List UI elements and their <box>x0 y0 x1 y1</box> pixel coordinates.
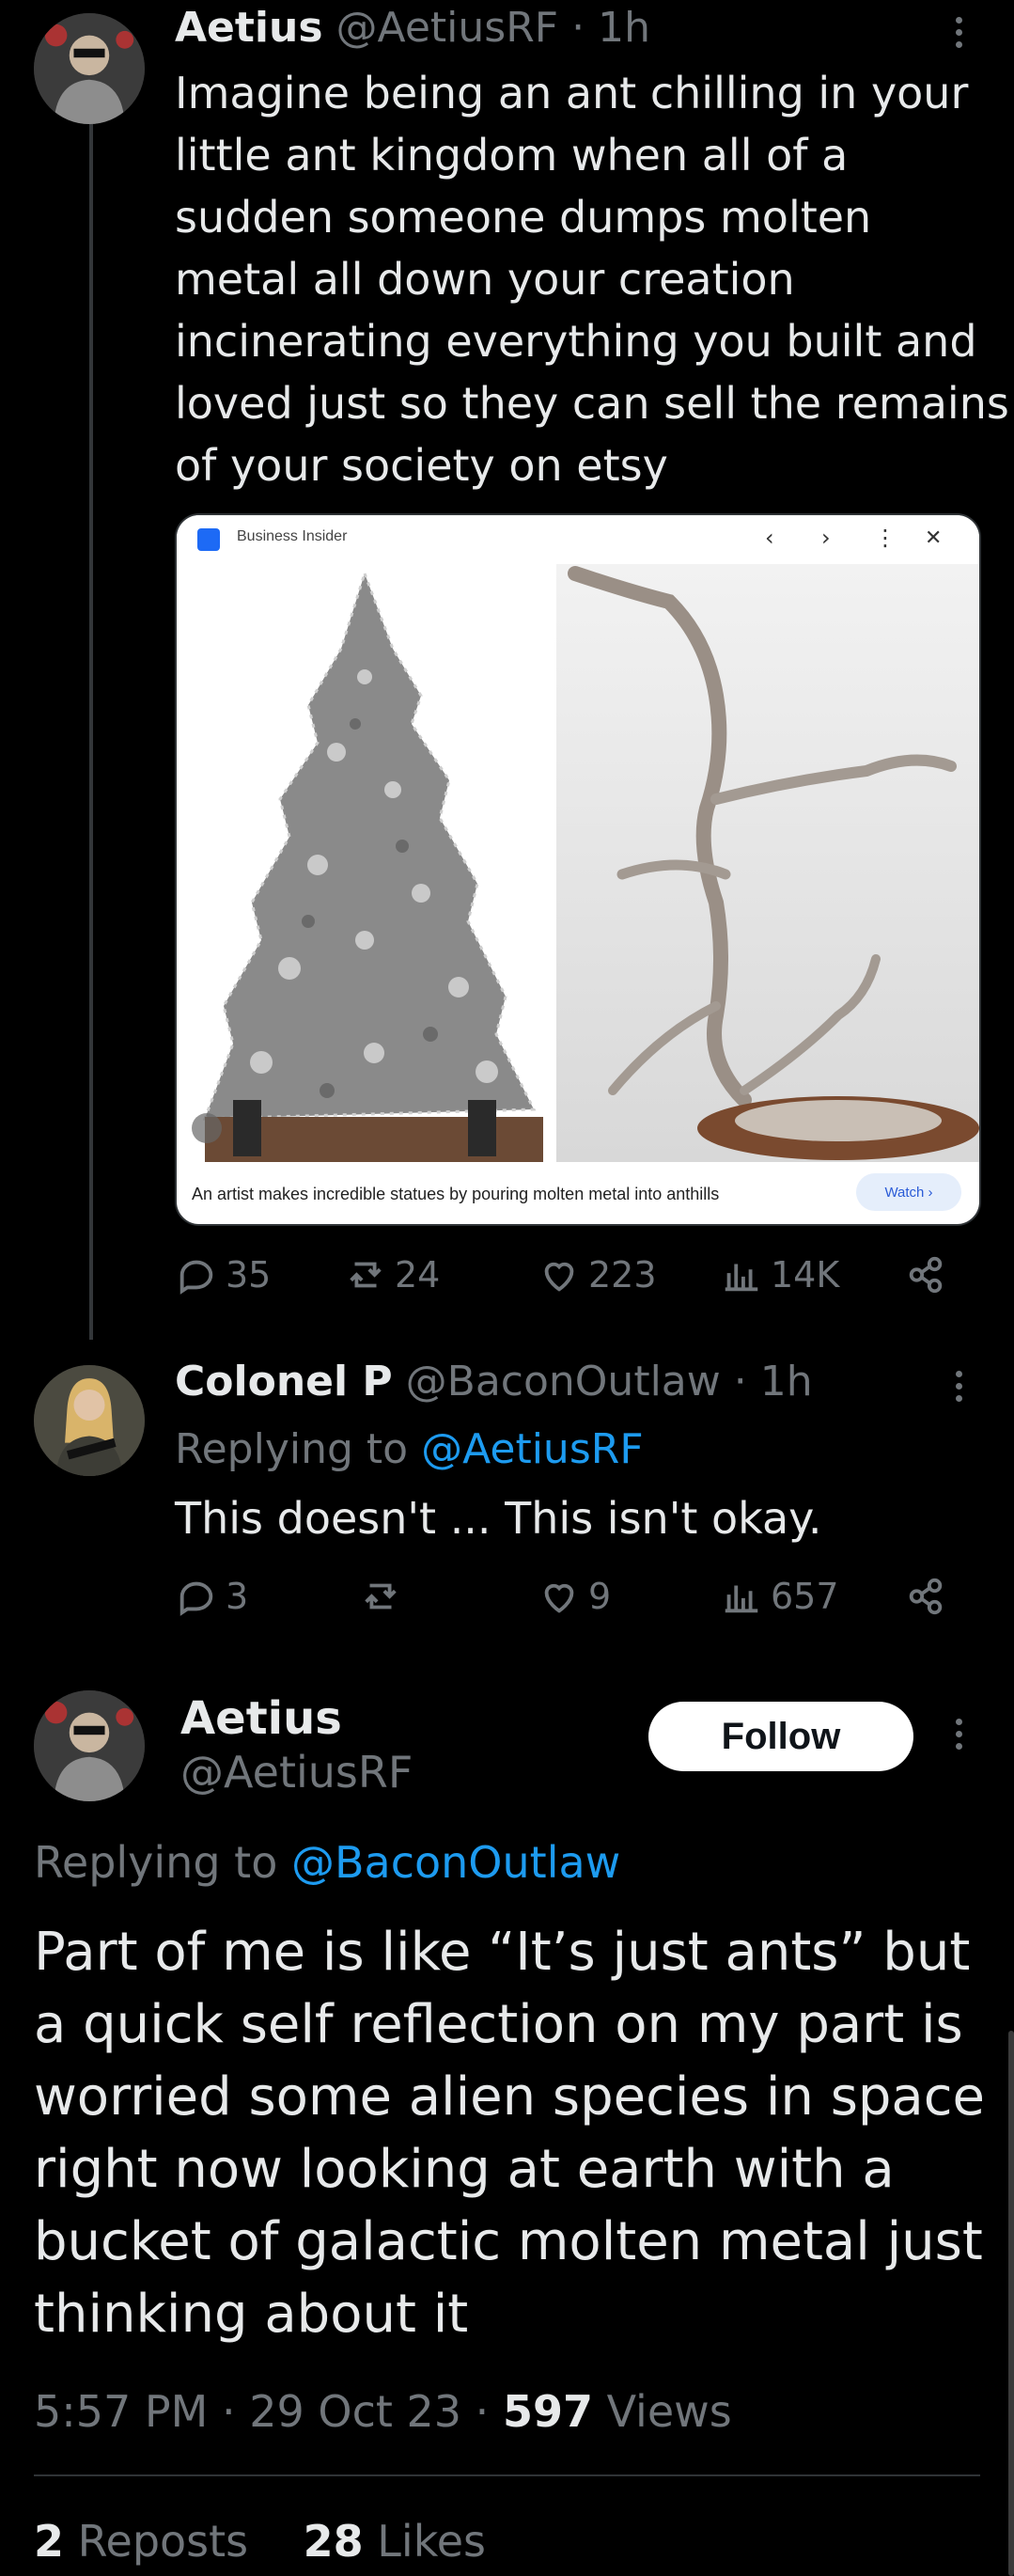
author-name[interactable]: Colonel P <box>175 1358 393 1406</box>
share-icon <box>909 1578 943 1615</box>
tweet-time[interactable]: · 1h <box>734 1358 813 1406</box>
tweet-header: Colonel P @BaconOutlaw · 1h <box>175 1361 813 1403</box>
repost-count: 24 <box>395 1254 441 1296</box>
nav-prev-icon[interactable]: ‹ <box>765 525 774 551</box>
views-button[interactable]: 657 <box>720 1575 839 1618</box>
reposts-stat[interactable]: 2 Reposts <box>34 2516 248 2567</box>
scrollbar[interactable] <box>1008 2031 1014 2576</box>
views-icon <box>725 1585 758 1613</box>
repost-button[interactable] <box>359 1575 410 1618</box>
main-tweet-text: Part of me is like “It’s just ants” but … <box>34 1922 985 2345</box>
follow-button[interactable]: Follow <box>648 1702 913 1771</box>
views-label: Views <box>606 2386 732 2437</box>
like-icon <box>544 1583 574 1613</box>
media-source: Business Insider <box>237 528 348 544</box>
tweet-text: This doesn't ... This isn't okay. <box>175 1493 822 1544</box>
views-button[interactable]: 14K <box>720 1253 839 1296</box>
like-button[interactable]: 223 <box>538 1253 657 1296</box>
tweet-text: Imagine being an ant chilling in your li… <box>175 68 1009 491</box>
tweet-actions: 3 9 657 <box>175 1575 955 1631</box>
avatar[interactable] <box>34 1365 145 1476</box>
tweet-meta: 5:57 PM · 29 Oct 23 · 597 Views <box>34 2386 732 2437</box>
views-count: 597 <box>502 2386 593 2437</box>
tweet-header: Aetius @AetiusRF · 1h <box>175 8 650 49</box>
like-count: 9 <box>588 1576 612 1617</box>
likes-label: Likes <box>377 2516 486 2567</box>
avatar[interactable] <box>34 13 145 124</box>
more-options-icon[interactable] <box>951 1719 966 1750</box>
ant-sculpture-tree-image <box>177 564 556 1162</box>
repost-icon <box>365 1583 397 1610</box>
share-icon <box>909 1256 943 1294</box>
source-logo-icon <box>197 528 220 551</box>
views-count: 14K <box>771 1254 840 1296</box>
author-name[interactable]: Aetius <box>175 4 323 52</box>
media-top-bar: Business Insider ‹ › ⋮ ✕ <box>177 515 979 564</box>
likes-stat[interactable]: 28 Likes <box>304 2516 486 2567</box>
avatar-image-icon <box>34 1365 145 1476</box>
media-card[interactable]: Business Insider ‹ › ⋮ ✕ An artist makes… <box>175 513 981 1226</box>
views-count: 657 <box>771 1576 839 1617</box>
replying-to: Replying to @BaconOutlaw <box>34 1837 620 1888</box>
avatar-image-icon <box>34 13 145 124</box>
share-button[interactable] <box>904 1575 947 1618</box>
replying-to: Replying to @AetiusRF <box>175 1425 644 1473</box>
nav-next-icon[interactable]: › <box>821 525 831 551</box>
author-handle[interactable]: @BaconOutlaw <box>406 1358 721 1406</box>
mention-link[interactable]: @BaconOutlaw <box>291 1837 620 1888</box>
tweet-actions: 35 24 223 14K <box>175 1253 955 1310</box>
media-caption: An artist makes incredible statues by po… <box>192 1185 720 1203</box>
reply-count: 3 <box>226 1576 249 1617</box>
ant-sculpture-branch-image <box>556 564 979 1162</box>
like-button[interactable]: 9 <box>538 1575 611 1618</box>
reply-icon <box>179 1260 213 1295</box>
reposts-label: Reposts <box>77 2516 249 2567</box>
main-author-name[interactable]: Aetius <box>180 1692 342 1745</box>
reply-count: 35 <box>226 1254 272 1296</box>
more-options-icon[interactable] <box>951 1371 966 1402</box>
replying-prefix: Replying to <box>34 1837 278 1888</box>
author-handle[interactable]: @AetiusRF <box>336 4 559 52</box>
like-icon <box>544 1262 574 1292</box>
replying-prefix: Replying to <box>175 1425 409 1473</box>
repost-icon <box>350 1262 382 1288</box>
likes-count: 28 <box>303 2516 364 2567</box>
more-options-icon[interactable] <box>951 17 966 48</box>
avatar-image-icon <box>34 1690 145 1801</box>
engagement-stats: 2 Reposts 28 Likes <box>34 2516 486 2567</box>
reply-button[interactable]: 3 <box>175 1575 248 1618</box>
media-close-icon[interactable]: ✕ <box>925 526 942 550</box>
thread-connector-line <box>89 118 93 1340</box>
reply-icon <box>179 1581 213 1616</box>
share-button[interactable] <box>904 1253 947 1296</box>
divider <box>34 2474 980 2476</box>
reposts-count: 2 <box>34 2516 65 2567</box>
tweet-timestamp[interactable]: 5:57 PM · 29 Oct 23 · <box>34 2386 489 2437</box>
main-author-handle[interactable]: @AetiusRF <box>180 1747 413 1798</box>
media-more-icon[interactable]: ⋮ <box>874 525 897 551</box>
repost-button[interactable]: 24 <box>344 1253 440 1296</box>
avatar[interactable] <box>34 1690 145 1801</box>
like-count: 223 <box>588 1254 657 1296</box>
watch-button[interactable]: Watch › <box>856 1173 961 1211</box>
mention-link[interactable]: @AetiusRF <box>421 1425 644 1473</box>
views-icon <box>725 1264 758 1292</box>
tweet-time[interactable]: · 1h <box>571 4 650 52</box>
reply-button[interactable]: 35 <box>175 1253 271 1296</box>
